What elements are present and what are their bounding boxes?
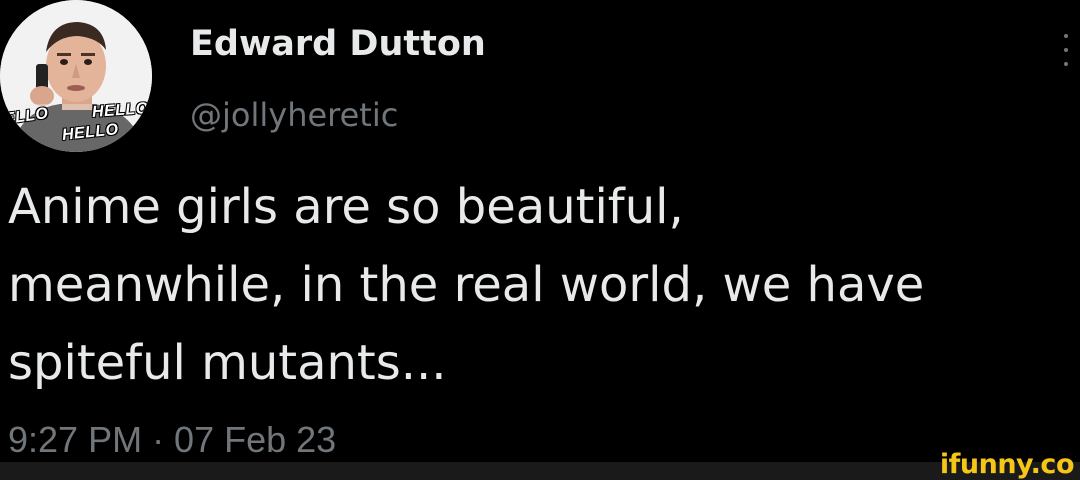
more-vertical-icon[interactable] <box>1058 28 1074 74</box>
footer-bar <box>0 462 1080 480</box>
more-dot <box>1064 34 1068 38</box>
tweet-body: Anime girls are so beautiful, meanwhile,… <box>8 168 1080 402</box>
more-dot <box>1064 62 1068 66</box>
avatar-caption-text: HELLO <box>91 100 150 121</box>
author-display-name[interactable]: Edward Dutton <box>190 24 486 64</box>
avatar[interactable]: ELLO HELLO HELLO <box>0 0 152 152</box>
tweet-text-line: Anime girls are so beautiful, <box>8 179 684 235</box>
ifunny-watermark: ifunny.co <box>939 449 1075 480</box>
tweet-text-line: spiteful mutants... <box>8 335 447 391</box>
more-dot <box>1064 48 1068 52</box>
author-handle[interactable]: @jollyheretic <box>190 96 398 134</box>
tweet-card: ELLO HELLO HELLO Edward Dutton @jollyher… <box>0 0 1080 462</box>
tweet-timestamp[interactable]: 9:27 PM · 07 Feb 23 <box>8 418 336 462</box>
tweet-text-line: meanwhile, in the real world, we have <box>8 257 925 313</box>
